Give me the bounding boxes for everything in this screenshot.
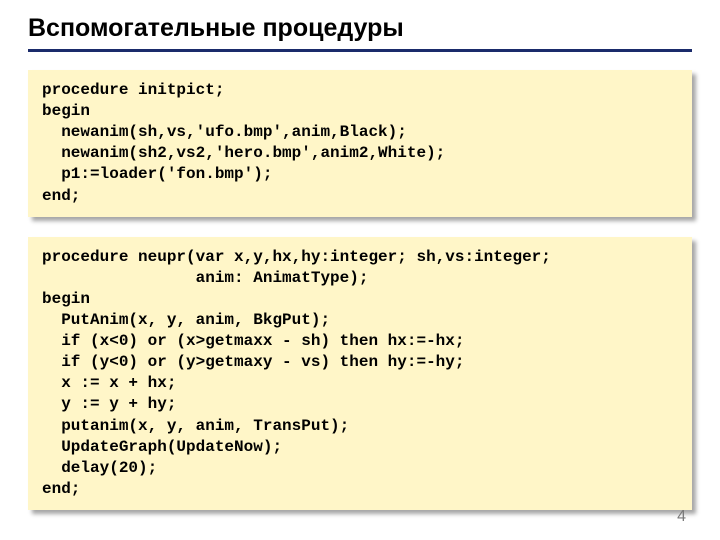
page-number: 4 [677, 508, 686, 526]
code-block-initpict: procedure initpict; begin newanim(sh,vs,… [28, 70, 692, 217]
title-underline [28, 49, 692, 52]
page-title: Вспомогательные процедуры [28, 14, 692, 43]
code-block-neupr: procedure neupr(var x,y,hx,hy:integer; s… [28, 237, 692, 510]
slide: Вспомогательные процедуры procedure init… [0, 0, 720, 540]
